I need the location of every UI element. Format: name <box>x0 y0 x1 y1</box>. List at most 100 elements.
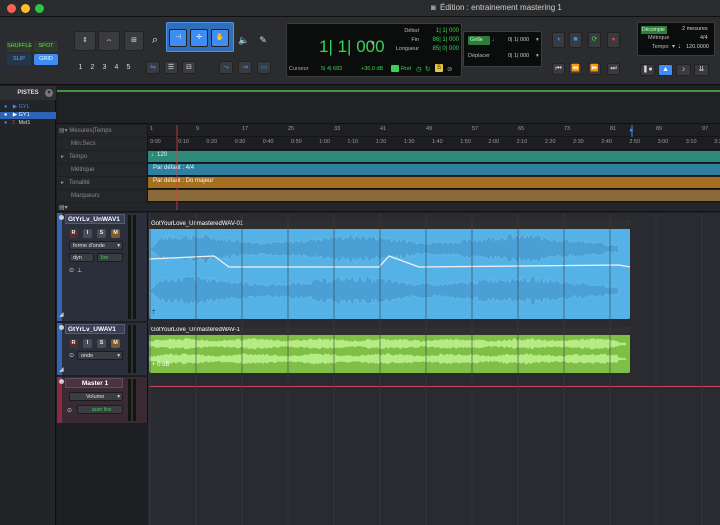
loop-icon[interactable]: ↻ <box>425 65 430 73</box>
grid-value[interactable]: 0| 1| 000 <box>508 37 529 43</box>
resize-icon[interactable]: ◢ <box>59 366 64 373</box>
input-monitor-button[interactable]: I <box>83 339 92 348</box>
track-select-dot-icon[interactable] <box>59 325 64 330</box>
expand-icon[interactable]: ▸ <box>61 154 64 160</box>
playlist-icon[interactable]: ⊙ <box>69 267 74 274</box>
track-name[interactable]: Master 1 <box>65 378 123 388</box>
ruler-menu-icon[interactable]: ▤▾ <box>59 128 68 134</box>
automation-state-select[interactable]: lire <box>97 253 123 262</box>
elastic-audio-icon[interactable]: ⊥ <box>77 267 82 274</box>
nudge-value[interactable]: 0| 1| 000 <box>508 53 529 59</box>
track-select-dot-icon[interactable] <box>59 215 64 220</box>
zoom-toggle-button[interactable]: ⊞ <box>124 31 144 51</box>
tracklist-item-2[interactable]: ● 2 Mst1 <box>4 120 30 127</box>
spot-mode-button[interactable]: SPOT <box>34 41 58 52</box>
loop-playback-button[interactable]: ⟳ <box>588 32 601 48</box>
nudge-dropdown-icon[interactable]: ▾ <box>536 53 539 59</box>
grabber-tool[interactable]: ✋ <box>211 29 229 47</box>
go-to-end-button[interactable]: ⏭ <box>607 63 620 75</box>
mute-button[interactable]: M <box>111 339 120 348</box>
minimize-window-button[interactable] <box>21 4 30 13</box>
resize-icon[interactable]: ◢ <box>59 311 64 318</box>
link-timeline-button[interactable]: ⇋ <box>146 61 160 74</box>
master-volume-line[interactable] <box>149 386 720 387</box>
track-view-select[interactable]: Volume ▾ <box>69 392 123 401</box>
universe-overview[interactable] <box>57 86 720 124</box>
tracklist-item-0[interactable]: ● ▶ GYL <box>4 104 30 111</box>
audio-clip-1[interactable]: GotYourLove_UnmasteredWAV-01 ⇡ <box>149 220 630 319</box>
scrubber-tool[interactable]: 🔈 <box>237 31 251 51</box>
zoom-vertical-button[interactable]: ⇕ <box>74 31 96 51</box>
rewind-button[interactable]: ⏪ <box>569 63 582 75</box>
automation-mode-select[interactable]: dyn <box>69 253 94 262</box>
counter-dropdown-icon[interactable]: ▾ <box>371 39 375 47</box>
end-value[interactable]: 86| 1| 000 <box>419 37 459 43</box>
mirror-midi-button[interactable]: ⊟ <box>182 61 196 74</box>
tracks-menu-icon[interactable]: ▾ <box>45 89 53 97</box>
expand-icon[interactable]: ▸ <box>61 180 64 186</box>
clip-gain-icon[interactable]: ⇡ <box>151 309 156 316</box>
metronome-button[interactable]: ▲ <box>658 64 673 76</box>
grid-dropdown-icon[interactable]: ▾ <box>536 37 539 43</box>
track-view-select[interactable]: onde ▾ <box>77 351 123 360</box>
grid-mode-button[interactable]: GRID <box>34 54 58 65</box>
solo-button[interactable]: S <box>97 229 106 238</box>
tempo-value[interactable]: 120.0000 <box>686 44 709 50</box>
record-button[interactable]: ● <box>607 32 620 48</box>
track-options-icon[interactable]: ▤▾ <box>59 204 68 211</box>
countoff-label[interactable]: Décompte <box>641 26 667 34</box>
solo-button[interactable]: S <box>97 339 106 348</box>
zoom-preset-4[interactable]: 4 <box>112 63 121 74</box>
end-marker-icon[interactable]: ▸ <box>630 126 634 134</box>
pencil-tool[interactable]: ✎ <box>256 31 270 51</box>
insertion-follows-playback-button[interactable]: ⇥ <box>238 61 252 74</box>
zoom-preset-1[interactable]: 1 <box>76 63 85 74</box>
playlist-icon[interactable]: ⊙ <box>69 352 74 359</box>
track-name[interactable]: GtYrLv_UnWAV1 <box>65 214 125 224</box>
length-value[interactable]: 85| 0| 000 <box>419 46 459 52</box>
clock-icon[interactable]: ◷ <box>416 65 422 73</box>
zoomer-tool[interactable]: ⌕ <box>148 31 162 51</box>
input-monitor-button[interactable]: I <box>83 229 92 238</box>
trim-tool[interactable]: ⊣ <box>169 29 187 47</box>
tempo-dropdown-icon[interactable]: ▾ <box>672 43 675 50</box>
playlist-icon[interactable]: ⊙ <box>67 407 72 414</box>
zoom-horizontal-button[interactable]: ⇔ <box>98 31 120 51</box>
keyboard-focus-button[interactable]: ▭ <box>257 61 271 74</box>
track-name[interactable]: GtYrLv_UWAV1 <box>65 324 125 334</box>
meter-ruler[interactable]: Métrique Par défaut : 4/4 <box>57 164 720 176</box>
minsec-ruler[interactable]: Min:Secs 0:00 0:10 0:20 0:30 0:40 0:50 1:00 1:1… <box>57 138 720 150</box>
solo-indicator-icon[interactable]: S <box>435 64 443 72</box>
meter-value[interactable]: 4/4 <box>700 35 708 41</box>
more-icon[interactable]: ⊘ <box>447 65 452 73</box>
key-marker[interactable]: Par défaut : Do majeur <box>153 178 213 184</box>
wait-for-note-button[interactable]: ❚● <box>640 64 655 76</box>
return-to-zero-button[interactable]: ⏮ <box>552 63 565 75</box>
zoom-window-button[interactable] <box>35 4 44 13</box>
start-value[interactable]: 1| 1| 000 <box>419 28 459 34</box>
shuffle-mode-button[interactable]: SHUFFLE <box>7 41 32 52</box>
online-button[interactable]: ◖ <box>552 32 565 48</box>
midi-merge-button[interactable]: ⇊ <box>694 64 709 76</box>
mute-button[interactable]: M <box>111 229 120 238</box>
meter-marker[interactable]: Par défaut : 4/4 <box>153 165 194 171</box>
clip-gain-label[interactable]: + 0 dB <box>152 362 170 368</box>
zoom-preset-2[interactable]: 2 <box>88 63 97 74</box>
track-view-select[interactable]: forme d'onde ▾ <box>69 241 123 250</box>
audio-clip-2[interactable]: GotYourLove_UnmasteredWAV-1 + 0 dB <box>149 327 630 373</box>
tempo-marker[interactable]: ♩120 <box>151 152 167 158</box>
grid-label[interactable]: Grille <box>468 36 490 45</box>
automation-follows-edit-button[interactable]: ⤳ <box>219 61 233 74</box>
bars-beats-ruler[interactable]: ▤▾ Mesures|Temps 1 9 17 25 33 41 49 57 65 73 81 89 9… <box>57 125 720 137</box>
close-window-button[interactable] <box>7 4 16 13</box>
key-ruler[interactable]: ▸ Tonalité Par défaut : Do majeur <box>57 177 720 189</box>
tracklist-item-1[interactable]: ● ▶ GY1 <box>0 112 56 119</box>
automation-state-select[interactable]: auto lire <box>77 405 123 414</box>
tab-to-transient-button[interactable]: ☰ <box>164 61 178 74</box>
tempo-ruler[interactable]: ▸ Tempo ♩120 <box>57 151 720 163</box>
fast-forward-button[interactable]: ⏩ <box>588 63 601 75</box>
record-arm-button[interactable]: R <box>69 339 78 348</box>
zoom-preset-3[interactable]: 3 <box>100 63 109 74</box>
markers-ruler[interactable]: Marqueurs <box>57 190 720 202</box>
zoom-preset-5[interactable]: 5 <box>124 63 133 74</box>
